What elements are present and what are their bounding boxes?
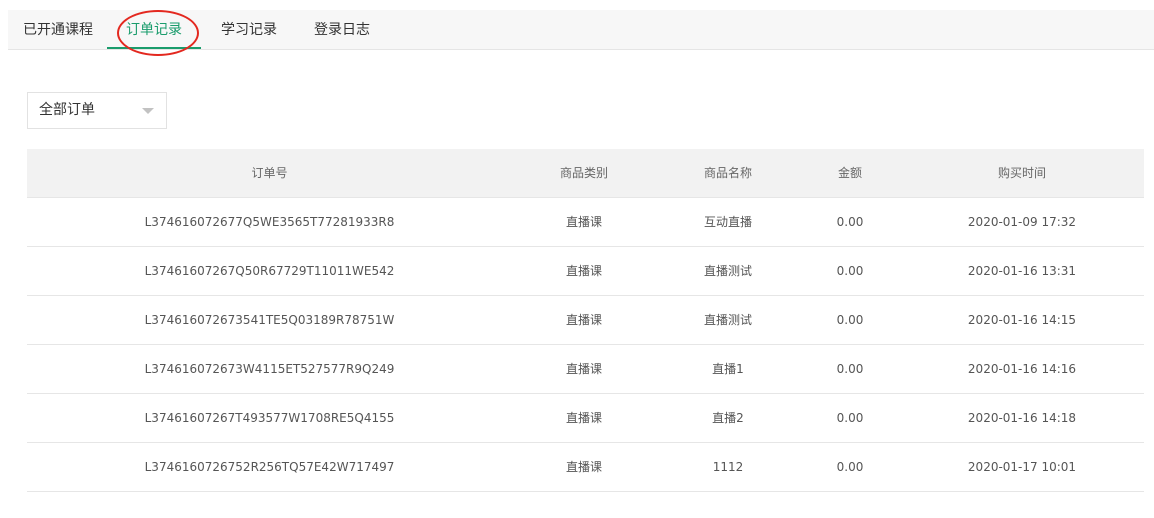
caret-down-icon: [142, 108, 154, 114]
table-row: L37461607267T493577W1708RE5Q4155 直播课 直播2…: [27, 394, 1144, 443]
amount: 0.00: [836, 362, 864, 376]
tab-bar: 已开通课程 订单记录 学习记录 登录日志: [8, 10, 1154, 56]
order-number: L37461607267T493577W1708RE5Q4155: [144, 411, 395, 425]
tab-study-records[interactable]: 学习记录: [212, 10, 286, 50]
product-category: 直播课: [565, 362, 602, 376]
table-header: 订单号 商品类别 商品名称 金额 购买时间: [27, 149, 1144, 198]
product-category: 直播课: [565, 264, 602, 278]
amount: 0.00: [836, 264, 864, 278]
amount: 0.00: [836, 313, 864, 327]
amount: 0.00: [836, 411, 864, 425]
product-category: 直播课: [565, 411, 602, 425]
product-category: 直播课: [565, 215, 602, 229]
purchase-time: 2020-01-17 10:01: [967, 460, 1077, 474]
order-number: L374616072673541TE5Q03189R78751W: [144, 313, 395, 327]
table-row: L3746160726752R256TQ57E42W717497 直播课 111…: [27, 443, 1144, 492]
order-number: L374616072673W4115ET527577R9Q249: [144, 362, 395, 376]
purchase-time: 2020-01-16 14:15: [967, 313, 1077, 327]
amount: 0.00: [836, 460, 864, 474]
purchase-time: 2020-01-16 13:31: [967, 264, 1077, 278]
product-name: 互动直播: [703, 215, 752, 229]
product-name: 1112: [712, 460, 744, 474]
purchase-time: 2020-01-16 14:16: [967, 362, 1077, 376]
active-tab-indicator: [107, 47, 201, 49]
product-name: 直播2: [712, 411, 744, 425]
order-number: L37461607267Q50R67729T11011WE542: [144, 264, 395, 278]
table-row: L374616072673W4115ET527577R9Q249 直播课 直播1…: [27, 345, 1144, 394]
order-filter-select[interactable]: 全部订单: [27, 92, 167, 129]
product-name: 直播测试: [703, 313, 752, 327]
order-number: L374616072677Q5WE3565T77281933R8: [144, 215, 395, 229]
order-number: L3746160726752R256TQ57E42W717497: [144, 460, 395, 474]
header-amount: 金额: [837, 166, 862, 180]
header-purchase-time: 购买时间: [997, 166, 1046, 180]
order-table: 订单号 商品类别 商品名称 金额 购买时间 L374616072677Q5WE3…: [27, 149, 1144, 492]
purchase-time: 2020-01-16 14:18: [967, 411, 1077, 425]
amount: 0.00: [836, 215, 864, 229]
header-product-name: 商品名称: [703, 166, 752, 180]
product-category: 直播课: [565, 460, 602, 474]
product-category: 直播课: [565, 313, 602, 327]
product-name: 直播测试: [703, 264, 752, 278]
product-name: 直播1: [712, 362, 744, 376]
header-order-number: 订单号: [251, 166, 288, 180]
table-row: L37461607267Q50R67729T11011WE542 直播课 直播测…: [27, 247, 1144, 296]
order-filter-value: 全部订单: [39, 102, 95, 118]
table-row: L374616072677Q5WE3565T77281933R8 直播课 互动直…: [27, 198, 1144, 247]
table-row: L374616072673541TE5Q03189R78751W 直播课 直播测…: [27, 296, 1144, 345]
tab-order-records[interactable]: 订单记录: [107, 10, 201, 50]
tab-login-log[interactable]: 登录日志: [305, 10, 379, 50]
tab-enrolled-courses[interactable]: 已开通课程: [16, 10, 100, 50]
purchase-time: 2020-01-09 17:32: [967, 215, 1077, 229]
header-product-category: 商品类别: [559, 166, 608, 180]
